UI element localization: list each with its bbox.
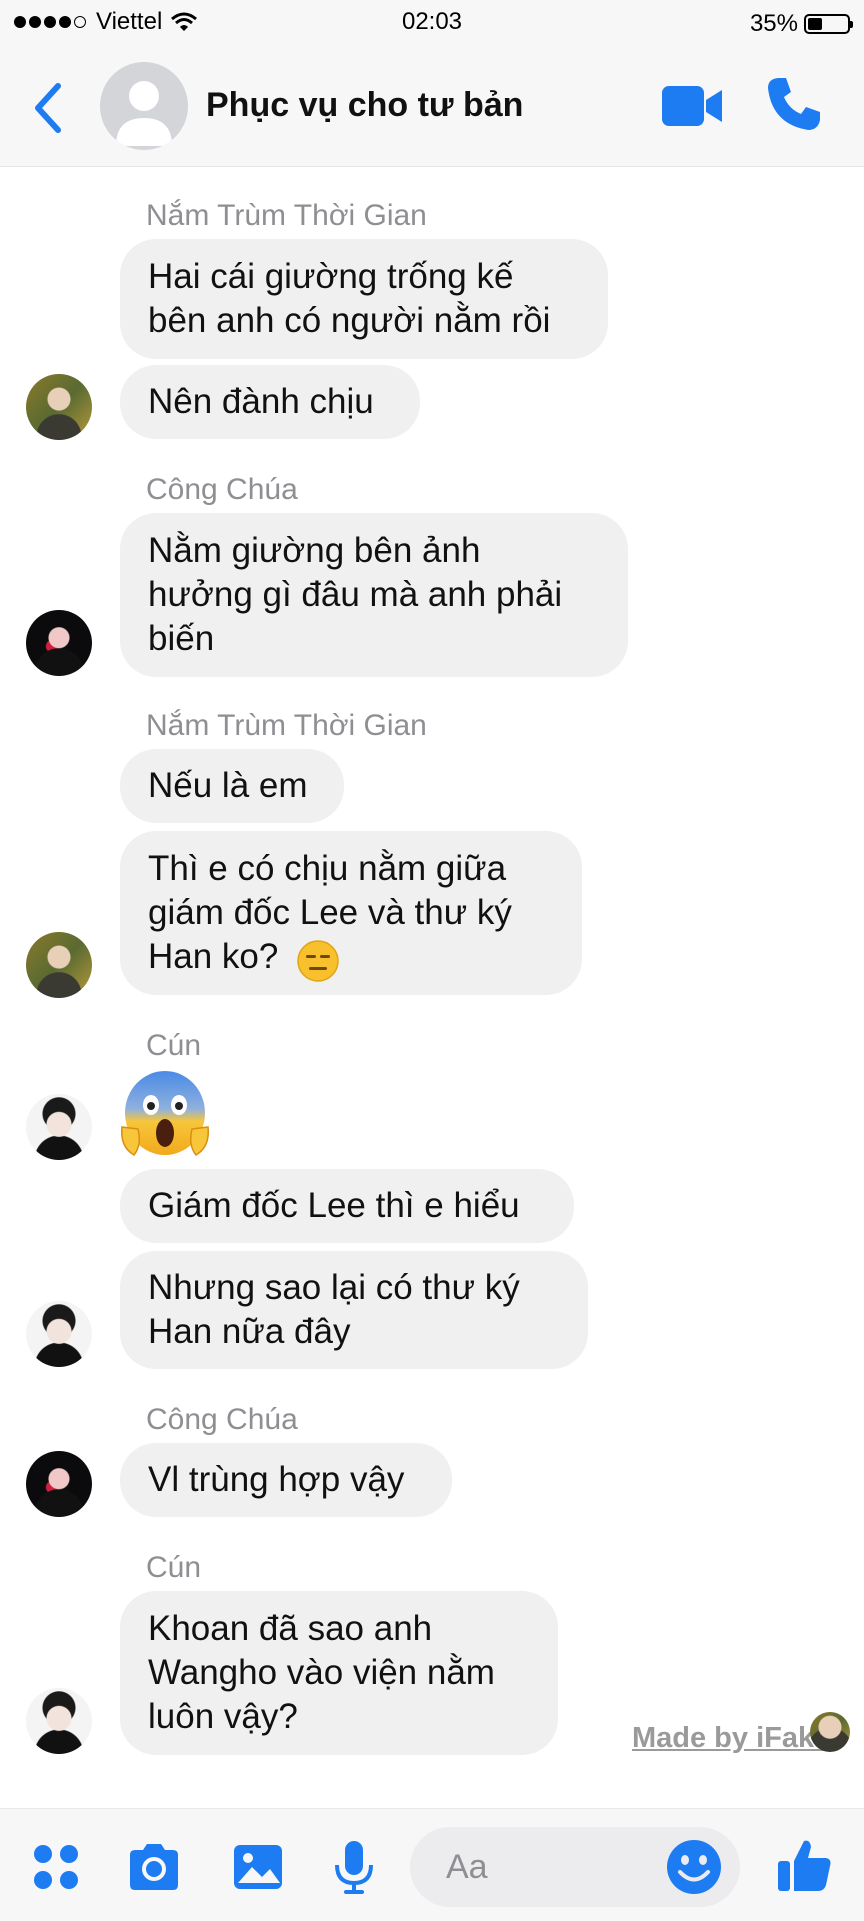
message-bubble[interactable]: Hai cái giường trống kế bên anh có người… (120, 239, 608, 359)
sender-name: Công Chúa (146, 1403, 298, 1436)
message-list[interactable]: Nắm Trùm Thời Gian Hai cái giường trống … (0, 167, 864, 1807)
message-text: Nằm giường bên ảnh hưởng gì đâu mà anh p… (148, 531, 563, 658)
sender-avatar[interactable] (26, 1451, 92, 1517)
conversation-title[interactable]: Phục vụ cho tư bản (206, 86, 523, 125)
message-bubble[interactable]: Nên đành chịu (120, 365, 420, 439)
status-bar: Viettel 02:03 35% (0, 0, 864, 48)
message-text: Vl trùng hợp vậy (148, 1460, 405, 1499)
message-input[interactable]: Aa (410, 1827, 740, 1907)
seen-avatar (810, 1712, 850, 1752)
sender-name: Công Chúa (146, 473, 298, 506)
message-input-placeholder: Aa (446, 1848, 488, 1886)
message-text: Nếu là em (148, 766, 308, 805)
chevron-left-icon[interactable] (28, 80, 68, 136)
composer-bar: Aa (0, 1808, 864, 1921)
message-text: Hai cái giường trống kế bên anh có người… (148, 257, 551, 340)
message-text: Giám đốc Lee thì e hiểu (148, 1186, 520, 1225)
watermark: Made by iFake (632, 1722, 831, 1754)
person-placeholder-icon (116, 81, 172, 146)
group-avatar[interactable] (100, 62, 188, 150)
sender-avatar[interactable] (26, 1094, 92, 1160)
sender-name: Cún (146, 1029, 202, 1062)
expressionless-face-emoji (297, 940, 339, 982)
video-camera-icon[interactable] (660, 78, 724, 134)
gallery-icon[interactable] (230, 1839, 286, 1895)
message-bubble[interactable]: Nhưng sao lại có thư ký Han nữa đây (120, 1251, 588, 1369)
sender-name: Nắm Trùm Thời Gian (146, 199, 427, 232)
message-bubble[interactable]: Giám đốc Lee thì e hiểu (120, 1169, 574, 1243)
sender-name: Nắm Trùm Thời Gian (146, 709, 427, 742)
sender-avatar[interactable] (26, 1301, 92, 1367)
message-bubble[interactable]: Vl trùng hợp vậy (120, 1443, 452, 1517)
apps-icon[interactable] (28, 1839, 84, 1895)
thumbs-up-icon[interactable] (774, 1835, 834, 1895)
message-bubble[interactable]: Thì e có chịu nằm giữa giám đốc Lee và t… (120, 831, 582, 995)
battery-percent: 35% (749, 10, 798, 37)
camera-icon[interactable] (126, 1839, 182, 1895)
sender-avatar[interactable] (26, 374, 92, 440)
face-screaming-in-fear-emoji (121, 1071, 209, 1156)
battery-icon (804, 14, 853, 34)
clock: 02:03 (401, 8, 463, 35)
message-text: Nhưng sao lại có thư ký Han nữa đây (148, 1268, 520, 1351)
message-bubble[interactable]: Nếu là em (120, 749, 344, 823)
battery-group: 35% (749, 10, 853, 38)
sender-name: Cún (146, 1551, 202, 1584)
phone-icon[interactable] (764, 74, 824, 134)
message-text: Nên đành chịu (148, 382, 374, 421)
microphone-icon[interactable] (326, 1839, 382, 1895)
message-bubble[interactable]: Khoan đã sao anh Wangho vào viện nằm luô… (120, 1591, 558, 1755)
sender-avatar[interactable] (26, 932, 92, 998)
conversation-header: Phục vụ cho tư bản (0, 48, 864, 167)
sender-avatar[interactable] (26, 1688, 92, 1754)
message-text: Khoan đã sao anh Wangho vào viện nằm luô… (148, 1609, 495, 1736)
emoji-icon[interactable] (664, 1837, 724, 1897)
message-bubble[interactable]: Nằm giường bên ảnh hưởng gì đâu mà anh p… (120, 513, 628, 677)
sender-avatar[interactable] (26, 610, 92, 676)
